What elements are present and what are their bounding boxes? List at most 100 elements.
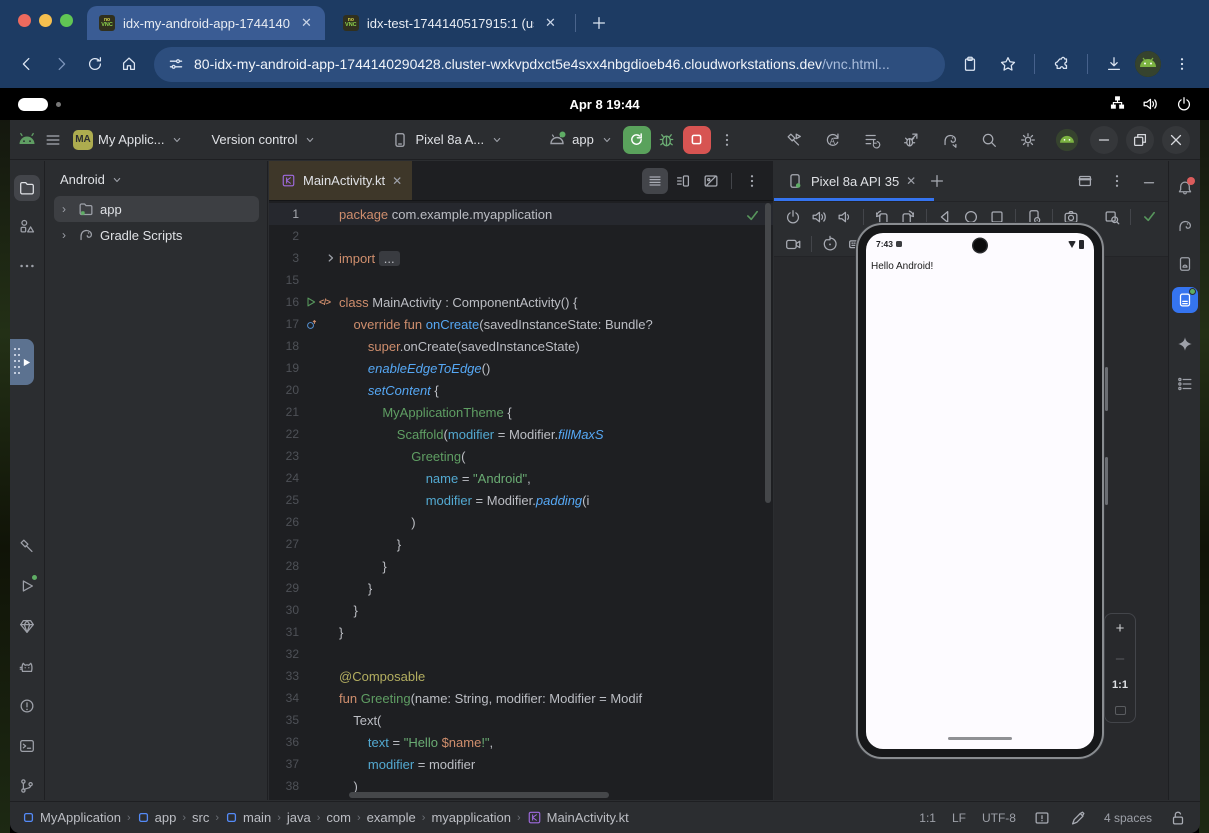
browser-menu-icon[interactable] bbox=[1165, 47, 1199, 81]
code-line-2[interactable]: 2 bbox=[269, 225, 773, 247]
search-icon[interactable] bbox=[976, 127, 1002, 153]
code-line-17[interactable]: 17 override fun onCreate(savedInstanceSt… bbox=[269, 313, 773, 335]
run-config-selector[interactable]: app bbox=[540, 125, 620, 155]
project-view-selector[interactable]: Android bbox=[46, 161, 267, 196]
run-play-icon[interactable] bbox=[14, 573, 40, 599]
check-green-icon[interactable] bbox=[1136, 204, 1162, 230]
breadcrumb-item[interactable]: src bbox=[192, 810, 209, 825]
kebab-icon[interactable] bbox=[1104, 168, 1130, 194]
code-line-23[interactable]: 23 Greeting( bbox=[269, 445, 773, 467]
power-icon[interactable] bbox=[780, 204, 806, 230]
volume-down-icon[interactable] bbox=[832, 204, 858, 230]
toolbar-more-icon[interactable] bbox=[714, 127, 740, 153]
code-line-28[interactable]: 28 } bbox=[269, 555, 773, 577]
fit-to-window-icon[interactable] bbox=[1115, 706, 1126, 715]
zoom-ratio-button[interactable]: 1:1 bbox=[1112, 680, 1128, 691]
compose-preview-icon[interactable]: </> bbox=[319, 297, 331, 307]
window-minimize-icon[interactable] bbox=[1090, 126, 1118, 154]
code-line-36[interactable]: 36 text = "Hello $name!", bbox=[269, 731, 773, 753]
bookmark-star-icon[interactable] bbox=[991, 47, 1025, 81]
settings-gear-icon[interactable] bbox=[1015, 127, 1041, 153]
device-manager-icon[interactable] bbox=[1172, 251, 1198, 277]
code-editor[interactable]: 1package com.example.myapplication23impo… bbox=[269, 203, 773, 800]
back-icon[interactable] bbox=[10, 47, 44, 81]
tree-item-app[interactable]: ›app bbox=[54, 196, 259, 222]
address-bar[interactable]: 80-idx-my-android-app-1744140290428.clus… bbox=[154, 47, 945, 82]
add-device-tab-icon[interactable] bbox=[924, 168, 950, 194]
editor-vertical-scrollbar[interactable] bbox=[765, 203, 771, 503]
tree-item-gradle-scripts[interactable]: ›Gradle Scripts bbox=[54, 222, 259, 248]
breadcrumb-item[interactable]: app bbox=[137, 810, 177, 825]
vcs-widget[interactable]: Version control bbox=[204, 125, 323, 155]
minimize-dash-icon[interactable] bbox=[1136, 168, 1162, 194]
build-hammer-icon[interactable] bbox=[14, 533, 40, 559]
rerun-button[interactable] bbox=[623, 126, 651, 154]
site-settings-icon[interactable] bbox=[168, 56, 184, 72]
tab-close-icon[interactable]: ✕ bbox=[542, 15, 559, 31]
status-widget[interactable]: 4 spaces bbox=[1104, 811, 1152, 825]
fold-arrow-icon[interactable] bbox=[325, 252, 337, 264]
code-line-25[interactable]: 25 modifier = Modifier.padding(i bbox=[269, 489, 773, 511]
expand-chevron-icon[interactable]: › bbox=[62, 202, 72, 216]
profiler-lines-icon[interactable] bbox=[859, 127, 885, 153]
stop-button[interactable] bbox=[683, 126, 711, 154]
breadcrumb-item[interactable]: myapplication bbox=[431, 810, 511, 825]
breadcrumb-item[interactable]: MyApplication bbox=[22, 810, 121, 825]
code-line-33[interactable]: 33@Composable bbox=[269, 665, 773, 687]
maximize-window-button[interactable] bbox=[60, 14, 73, 27]
kebab-icon[interactable] bbox=[739, 168, 765, 194]
minimize-window-button[interactable] bbox=[39, 14, 52, 27]
zoom-mode-icon[interactable] bbox=[1099, 204, 1125, 230]
device-scrollbar-segment[interactable] bbox=[1105, 367, 1108, 411]
tab-close-icon[interactable]: ✕ bbox=[392, 174, 402, 188]
zoom-out-button[interactable]: – bbox=[1116, 651, 1124, 666]
reload-icon[interactable] bbox=[78, 47, 112, 81]
build-hammer-run-icon[interactable] bbox=[781, 127, 807, 153]
version-branch-icon[interactable] bbox=[14, 773, 40, 799]
resource-shapes-icon[interactable] bbox=[14, 213, 40, 239]
code-line-16[interactable]: 16</>class MainActivity : ComponentActiv… bbox=[269, 291, 773, 313]
editor-horizontal-scrollbar[interactable] bbox=[349, 792, 609, 798]
code-line-3[interactable]: 3import ... bbox=[269, 247, 773, 269]
window-close-icon[interactable] bbox=[1162, 126, 1190, 154]
attach-debugger-bug-icon[interactable] bbox=[898, 127, 924, 153]
code-line-15[interactable]: 15 bbox=[269, 269, 773, 291]
breadcrumb-item[interactable]: MainActivity.kt bbox=[527, 810, 629, 825]
reset-snapshot-icon[interactable] bbox=[817, 231, 843, 257]
list-view-icon[interactable] bbox=[642, 168, 668, 194]
reader-mode-icon[interactable] bbox=[1032, 808, 1052, 828]
status-widget[interactable]: UTF-8 bbox=[982, 811, 1016, 825]
insights-diamond-icon[interactable] bbox=[14, 613, 40, 639]
gemini-sparkle-icon[interactable] bbox=[1172, 331, 1198, 357]
project-folder-icon[interactable] bbox=[14, 175, 40, 201]
code-line-27[interactable]: 27 } bbox=[269, 533, 773, 555]
user-avatar-icon[interactable] bbox=[1054, 127, 1080, 153]
problems-icon[interactable] bbox=[14, 693, 40, 719]
code-line-35[interactable]: 35 Text( bbox=[269, 709, 773, 731]
breadcrumb-item[interactable]: main bbox=[225, 810, 271, 825]
overriding-method-icon[interactable] bbox=[305, 318, 318, 331]
home-icon[interactable] bbox=[112, 47, 146, 81]
code-line-30[interactable]: 30 } bbox=[269, 599, 773, 621]
main-menu-icon[interactable] bbox=[40, 127, 66, 153]
float-window-icon[interactable] bbox=[1072, 168, 1098, 194]
volume-up-icon[interactable] bbox=[806, 204, 832, 230]
highlight-pen-icon[interactable] bbox=[1068, 808, 1088, 828]
run-gutter-icon[interactable] bbox=[305, 296, 317, 308]
status-widget[interactable]: 1:1 bbox=[919, 811, 936, 825]
breadcrumb-item[interactable]: com bbox=[326, 810, 351, 825]
new-tab-button[interactable] bbox=[582, 6, 616, 40]
device-selector[interactable]: Pixel 8a A... bbox=[383, 125, 510, 155]
expand-chevron-icon[interactable]: › bbox=[62, 228, 72, 242]
clipboard-icon[interactable] bbox=[953, 47, 987, 81]
novnc-handle[interactable] bbox=[10, 339, 34, 385]
code-line-18[interactable]: 18 super.onCreate(savedInstanceState) bbox=[269, 335, 773, 357]
profile-avatar[interactable] bbox=[1135, 51, 1161, 77]
gradle-elephant-icon[interactable] bbox=[1172, 213, 1198, 239]
code-line-26[interactable]: 26 ) bbox=[269, 511, 773, 533]
inspection-ok-icon[interactable] bbox=[744, 207, 761, 224]
split-view-icon[interactable] bbox=[670, 168, 696, 194]
tab-close-icon[interactable]: ✕ bbox=[906, 174, 916, 188]
code-line-32[interactable]: 32 bbox=[269, 643, 773, 665]
close-window-button[interactable] bbox=[18, 14, 31, 27]
